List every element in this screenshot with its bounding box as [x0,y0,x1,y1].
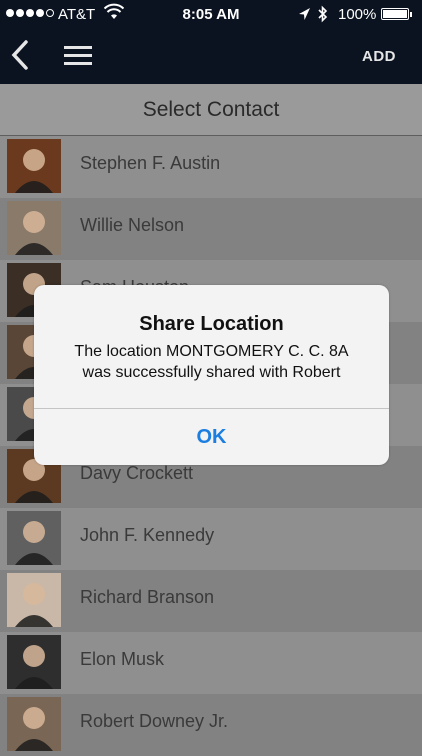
battery-icon [381,8,412,20]
contact-row[interactable]: Stephen F. Austin [0,136,422,198]
add-button[interactable]: ADD [362,48,396,65]
alert-message: The location MONTGOMERY C. C. 8A was suc… [74,343,349,381]
contact-name: Elon Musk [80,649,165,669]
contact-name: Robert Downey Jr. [80,711,229,731]
location-arrow-icon [297,6,311,26]
contact-row[interactable]: Elon Musk [0,632,422,694]
contact-avatar [7,635,61,689]
chevron-left-icon [11,40,28,70]
top-bar: AT&T 8:05 AM 100% ADD [0,0,422,84]
contact-avatar [7,573,61,627]
back-button[interactable] [8,38,38,72]
ok-button[interactable]: OK [34,409,389,465]
share-location-alert: Share Location The location MONTGOMERY C… [34,285,389,465]
select-contact-header: Select Contact [0,84,422,136]
contact-avatar [7,697,61,751]
contact-row[interactable]: Willie Nelson [0,198,422,260]
contact-name: Stephen F. Austin [80,153,221,173]
bluetooth-icon [317,5,329,27]
battery-percent: 100% [338,6,377,23]
contact-avatar [7,511,61,565]
status-bar: AT&T 8:05 AM 100% [0,0,422,30]
hamburger-icon [64,46,92,65]
contact-avatar [7,139,61,193]
contact-name: Davy Crockett [80,463,194,483]
contact-name: Richard Branson [80,587,215,607]
alert-title: Share Location [139,313,284,335]
menu-button[interactable] [64,46,92,66]
contact-row[interactable]: John F. Kennedy [0,508,422,570]
contact-row[interactable]: Richard Branson [0,570,422,632]
contact-name: Willie Nelson [80,215,185,235]
contact-name: John F. Kennedy [80,525,215,545]
contact-avatar [7,201,61,255]
contact-row[interactable]: Robert Downey Jr. [0,694,422,756]
